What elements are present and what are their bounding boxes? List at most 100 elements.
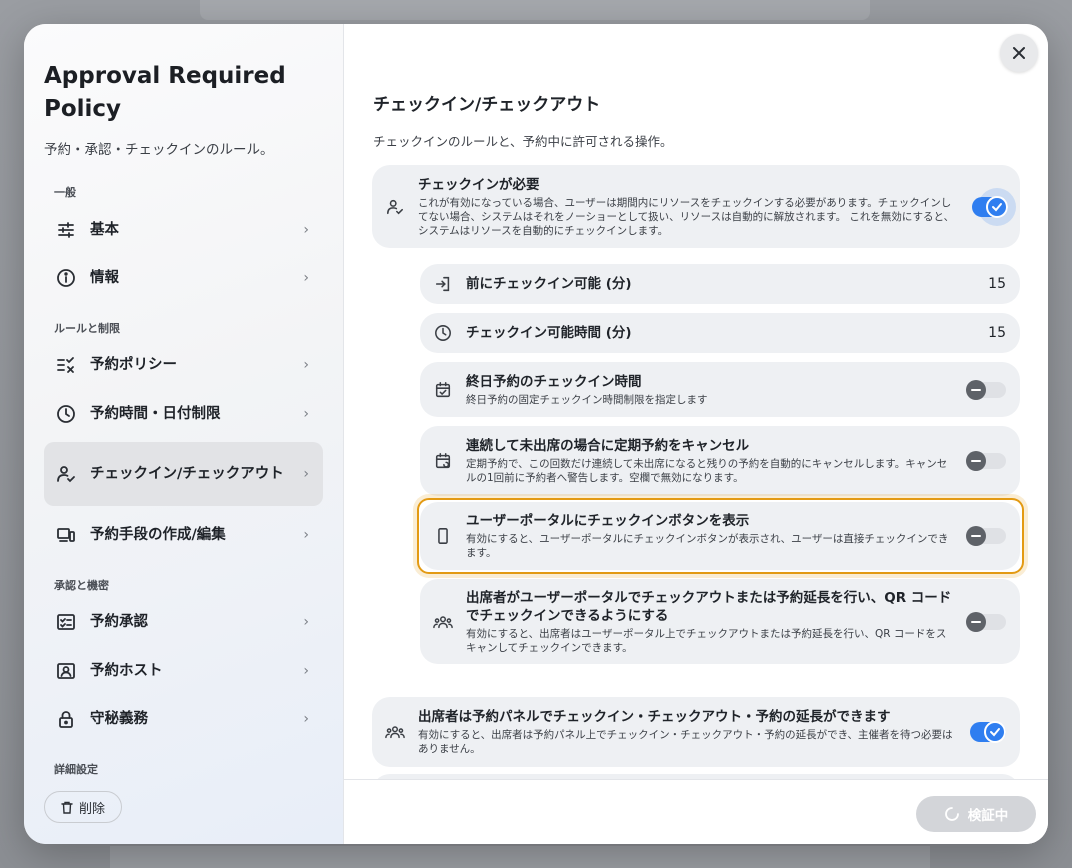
backdrop-bar-bottom	[110, 846, 930, 868]
delete-label: 削除	[78, 801, 105, 817]
chevron-right-icon: ›	[303, 357, 309, 373]
person-check-icon	[54, 462, 78, 486]
setting-description: 有効にすると、出席者はユーザーポータル上でチェックアウトまたは予約延長を行い、Q…	[466, 627, 947, 654]
check-icon	[984, 721, 1006, 743]
setting-description: これが有効になっている場合、ユーザーは期間内にリソースをチェックインする必要があ…	[418, 196, 955, 237]
mobile-device-icon	[432, 525, 454, 547]
sidebar-item-label: 予約手段の作成/編集	[90, 527, 226, 543]
checkin-window-value[interactable]: 15	[988, 325, 1006, 341]
people-icon	[432, 611, 454, 633]
section-general: 一般	[54, 186, 76, 199]
main-panel: チェックイン/チェックアウト チェックインのルールと、予約中に許可される操作。 …	[344, 24, 1048, 844]
chevron-right-icon: ›	[303, 663, 309, 679]
page-title: チェックイン/チェックアウト	[373, 95, 601, 115]
setting-portal-checkin-button: ユーザーポータルにチェックインボタンを表示 有効にすると、ユーザーポータルにチェ…	[420, 502, 1020, 570]
minus-icon	[966, 526, 986, 546]
clock-icon	[54, 402, 78, 426]
chevron-right-icon: ›	[303, 466, 309, 482]
approval-checklist-icon	[54, 610, 78, 634]
host-badge-icon	[54, 659, 78, 683]
close-button[interactable]	[1000, 34, 1038, 72]
setting-checkin-before[interactable]: 前にチェックイン可能 (分) 15	[420, 264, 1020, 304]
lock-icon	[54, 707, 78, 731]
page-description: チェックインのルールと、予約中に許可される操作。	[373, 134, 673, 149]
policy-subtitle: 予約・承認・チェックインのルール。	[44, 142, 274, 158]
chevron-right-icon: ›	[303, 614, 309, 630]
calendar-check-icon	[432, 379, 454, 401]
people-icon	[384, 721, 406, 743]
section-rules: ルールと制限	[54, 322, 120, 335]
setting-allday-checkin: 終日予約のチェックイン時間 終日予約の固定チェックイン時間制限を指定します	[420, 362, 1020, 417]
setting-title: 終日予約のチェックイン時間	[466, 373, 642, 390]
setting-description: 定期予約で、この回数だけ連続して未出席になると残りの予約を自動的にキャンセルしま…	[466, 458, 948, 484]
setting-title: ユーザーポータルにチェックインボタンを表示	[466, 513, 750, 529]
minus-icon	[966, 451, 986, 471]
section-advanced: 詳細設定	[54, 763, 98, 776]
sidebar-item-label: 情報	[90, 270, 119, 286]
attendee-panel-toggle[interactable]	[970, 721, 1006, 743]
setting-title: 連続して未出席の場合に定期予約をキャンセル	[466, 438, 750, 454]
setting-checkin-window[interactable]: チェックイン可能時間 (分) 15	[420, 313, 1020, 353]
setting-description: 有効にすると、出席者は予約パネル上でチェックイン・チェックアウト・予約の延長がで…	[418, 729, 953, 755]
person-check-icon	[384, 196, 406, 218]
backdrop-bar	[200, 0, 870, 20]
chevron-right-icon: ›	[303, 527, 309, 543]
devices-icon	[54, 523, 78, 547]
checkin-required-toggle[interactable]	[972, 195, 1008, 218]
close-icon	[1011, 45, 1027, 61]
checklist-icon	[54, 353, 78, 377]
sidebar-item-label: 予約承認	[90, 614, 148, 630]
verify-button[interactable]: 検証中	[916, 796, 1036, 832]
trash-icon	[61, 801, 73, 814]
calendar-repeat-icon	[432, 450, 454, 472]
setting-description: 終日予約の固定チェックイン時間制限を指定します	[466, 393, 708, 406]
policy-modal: Approval Required Policy 予約・承認・チェックインのルー…	[24, 24, 1048, 844]
sidebar-item-confidential[interactable]: 守秘義務 ›	[44, 697, 323, 741]
sidebar-item-host[interactable]: 予約ホスト ›	[44, 649, 323, 693]
setting-title: チェックインが必要	[418, 176, 540, 193]
chevron-right-icon: ›	[303, 270, 309, 286]
setting-attendee-panel: 出席者は予約パネルでチェックイン・チェックアウト・予約の延長ができます 有効にす…	[372, 697, 1020, 767]
setting-title: チェックイン可能時間 (分)	[466, 325, 632, 341]
setting-description: 有効にすると、ユーザーポータルにチェックインボタンが表示され、ユーザーは直接チェ…	[466, 533, 949, 559]
sidebar-item-time-limits[interactable]: 予約時間・日付制限 ›	[44, 392, 323, 436]
sliders-icon	[54, 218, 78, 242]
sidebar-item-label: 予約ポリシー	[90, 357, 177, 373]
spinner-icon	[944, 806, 960, 822]
setting-cancel-recurring: 連続して未出席の場合に定期予約をキャンセル 定期予約で、この回数だけ連続して未出…	[420, 426, 1020, 496]
cancel-recurring-toggle[interactable]	[966, 451, 1006, 471]
allday-checkin-toggle[interactable]	[966, 379, 1006, 400]
sidebar-item-label: 予約ホスト	[90, 663, 163, 679]
sidebar: Approval Required Policy 予約・承認・チェックインのルー…	[24, 24, 344, 844]
policy-title: Approval Required Policy	[44, 63, 286, 122]
sidebar-item-reservation-policy[interactable]: 予約ポリシー ›	[44, 343, 323, 387]
settings-content[interactable]: チェックイン/チェックアウト チェックインのルールと、予約中に許可される操作。 …	[344, 24, 1048, 779]
attendee-portal-toggle[interactable]	[966, 611, 1006, 632]
sidebar-item-checkin[interactable]: チェックイン/チェックアウト ›	[44, 442, 323, 506]
sidebar-item-info[interactable]: 情報 ›	[44, 256, 323, 300]
chevron-right-icon: ›	[303, 711, 309, 727]
setting-title: 前にチェックイン可能 (分)	[466, 276, 632, 292]
setting-title: 出席者は予約パネルでチェックイン・チェックアウト・予約の延長ができます	[418, 709, 891, 725]
info-icon	[54, 266, 78, 290]
sidebar-item-label: 予約時間・日付制限	[90, 406, 221, 422]
section-approval: 承認と機密	[54, 579, 109, 592]
checkin-before-value[interactable]: 15	[988, 276, 1006, 292]
setting-checkin-required: チェックインが必要 これが有効になっている場合、ユーザーは期間内にリソースをチェ…	[372, 165, 1020, 248]
sidebar-item-methods[interactable]: 予約手段の作成/編集 ›	[44, 513, 323, 557]
sidebar-item-approval[interactable]: 予約承認 ›	[44, 600, 323, 644]
sidebar-item-label: チェックイン/チェックアウト	[90, 466, 284, 482]
verify-label: 検証中	[967, 808, 1009, 824]
minus-icon	[966, 611, 986, 632]
modal-footer: 検証中	[344, 779, 1048, 844]
check-icon	[986, 195, 1008, 218]
chevron-right-icon: ›	[303, 222, 309, 238]
delete-button[interactable]: 削除	[44, 791, 122, 823]
setting-title: 出席者がユーザーポータルでチェックアウトまたは予約延長を行い、QR コードでチェ…	[466, 589, 952, 624]
sidebar-item-label: 基本	[90, 222, 119, 238]
sidebar-item-label: 守秘義務	[90, 711, 148, 727]
sidebar-item-basic[interactable]: 基本 ›	[44, 208, 323, 252]
chevron-right-icon: ›	[303, 406, 309, 422]
portal-checkin-button-toggle[interactable]	[966, 526, 1006, 546]
setting-attendee-portal: 出席者がユーザーポータルでチェックアウトまたは予約延長を行い、QR コードでチェ…	[420, 579, 1020, 664]
